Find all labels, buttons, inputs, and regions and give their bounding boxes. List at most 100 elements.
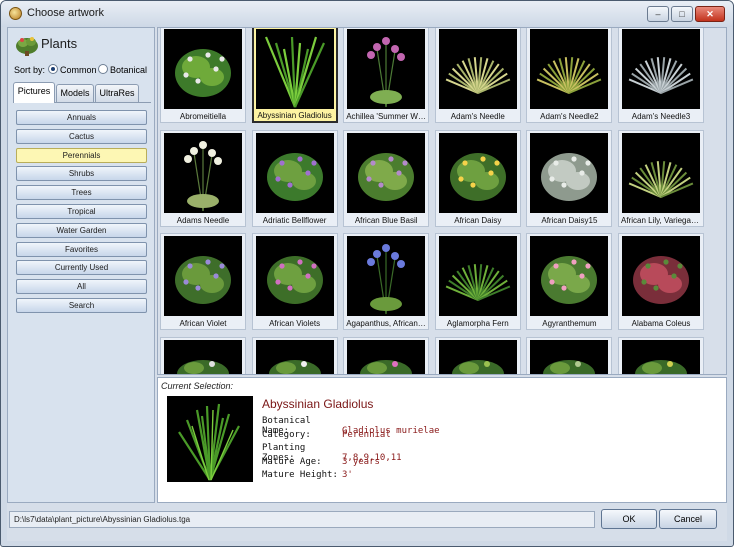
title-bar[interactable]: Choose artwork – □ ✕ (1, 1, 733, 27)
plant-thumbnail (255, 132, 334, 213)
plant-tile-african-daisy[interactable]: African Daisy (434, 129, 521, 227)
plant-tile-achillea-summer-wine[interactable]: Achillea 'Summer Wine' (343, 28, 430, 123)
cancel-button[interactable]: Cancel (659, 509, 717, 529)
category-button-perennials[interactable]: Perennials (16, 147, 147, 163)
plant-thumbnail (347, 236, 426, 316)
selection-field-key: Mature Age: (262, 456, 322, 467)
plant-tile-abromeitiella[interactable]: Abromeitiella (160, 28, 246, 123)
plant-tile-african-blue-basil[interactable]: African Blue Basil (343, 129, 430, 227)
plant-tile-label: Abromeitiella (179, 112, 227, 121)
choose-artwork-window: Choose artwork – □ ✕ Plants Sort by: Com… (0, 0, 734, 547)
plant-tile-label: Agyranthemum (542, 319, 597, 328)
selection-field-row: Mature Height: 3' (262, 470, 353, 480)
plant-tile-partial-22[interactable] (526, 336, 613, 374)
category-button-trees[interactable]: Trees (16, 185, 147, 201)
tab-models[interactable]: Models (56, 84, 94, 102)
category-button-all[interactable]: All (16, 279, 147, 295)
plant-tile-label: Alabama Coleus (631, 319, 691, 328)
sort-common-radio[interactable] (48, 64, 58, 74)
selection-field-value: Perennial (342, 429, 391, 440)
plant-thumbnail (347, 339, 426, 374)
category-button-favorites[interactable]: Favorites (16, 241, 147, 257)
plant-thumbnail (438, 236, 517, 316)
category-button-water-garden[interactable]: Water Garden (16, 222, 147, 238)
selection-field-value: 3 years (342, 456, 380, 467)
plant-tile-partial-21[interactable] (434, 336, 521, 374)
plant-thumbnail (164, 132, 242, 213)
plant-tile-partial-19[interactable] (251, 336, 338, 374)
plant-tile-label: Adam's Needle2 (540, 112, 599, 121)
plant-tile-agapanthus-african[interactable]: Agapanthus, African ... (343, 233, 430, 330)
plant-tile-african-lily-variegate[interactable]: African Lily, Variegate... (618, 129, 704, 227)
plant-tile-agyranthemum[interactable]: Agyranthemum (526, 233, 613, 330)
selection-field-key: Category: (262, 429, 311, 440)
plant-tile-african-violet[interactable]: African Violet (160, 233, 246, 330)
plant-thumbnail (530, 236, 609, 316)
category-title: Plants (41, 36, 78, 51)
plant-grid: Abromeitiella Abyssinian Gladiolus Achille… (157, 27, 727, 375)
dialog-body: Plants Sort by: Common Botanical Picture… (7, 27, 727, 541)
category-button-annuals[interactable]: Annuals (16, 110, 147, 125)
artwork-icon (9, 7, 22, 20)
plant-thumbnail (622, 132, 700, 213)
file-path-field: D:\ls7\data\plant_picture\Abyssinian Gla… (9, 511, 595, 528)
ok-button[interactable]: OK (601, 509, 657, 529)
tab-pictures[interactable]: Pictures (13, 82, 55, 103)
plant-thumbnail (438, 339, 517, 374)
sort-common-label[interactable]: Common (60, 65, 97, 75)
plant-thumbnail (530, 132, 609, 213)
plant-thumbnail (164, 29, 242, 109)
category-panel: Plants Sort by: Common Botanical Picture… (7, 27, 155, 503)
plant-tile-african-violets[interactable]: African Violets (251, 233, 338, 330)
plant-tile-label: African Daisy15 (541, 215, 598, 225)
category-button-shrubs[interactable]: Shrubs (16, 166, 147, 182)
close-button[interactable]: ✕ (695, 6, 725, 22)
plant-thumbnail (255, 29, 334, 109)
selected-plant-image (167, 396, 253, 482)
selection-field-row: Mature Age: 3 years (262, 457, 380, 467)
plant-tile-label: African Violets (269, 319, 321, 328)
plant-icon (16, 37, 38, 56)
plant-tile-african-daisy15[interactable]: African Daisy15 (526, 129, 613, 227)
plant-thumbnail (622, 339, 700, 374)
plant-thumbnail (164, 339, 242, 374)
plant-thumbnail (438, 29, 517, 109)
category-button-tropical[interactable]: Tropical (16, 204, 147, 219)
plant-tile-adam-s-needle2[interactable]: Adam's Needle2 (526, 28, 613, 123)
plant-tile-label: African Blue Basil (354, 215, 418, 225)
category-button-search[interactable]: Search (16, 298, 147, 313)
sort-botanical-radio[interactable] (98, 64, 108, 74)
plant-tile-partial-18[interactable] (160, 336, 246, 374)
plant-tile-aglamorpha-fern[interactable]: Aglamorpha Fern (434, 233, 521, 330)
tab-ultrares[interactable]: UltraRes (95, 84, 139, 102)
category-button-currently-used[interactable]: Currently Used (16, 260, 147, 276)
sort-label: Sort by: (14, 65, 46, 75)
selected-plant-name: Abyssinian Gladiolus (262, 397, 374, 411)
plant-thumbnail (438, 132, 517, 213)
maximize-button[interactable]: □ (671, 6, 693, 22)
plant-tile-label: Aglamorpha Fern (446, 319, 509, 328)
plant-tile-adriatic-bellflower[interactable]: Adriatic Bellflower (251, 129, 338, 227)
plant-tile-alabama-coleus[interactable]: Alabama Coleus (618, 233, 704, 330)
selection-field-value: 3' (342, 470, 353, 480)
plant-thumbnail (530, 339, 609, 374)
plant-tile-adams-needle[interactable]: Adams Needle (160, 129, 246, 227)
window-title: Choose artwork (27, 7, 105, 19)
plant-tile-partial-20[interactable] (343, 336, 430, 374)
category-button-cactus[interactable]: Cactus (16, 128, 147, 144)
current-selection-panel: Current Selection: Abyssinian Gladiolus … (157, 377, 727, 503)
plant-tile-label: Agapanthus, African ... (346, 319, 427, 328)
plant-thumbnail (622, 29, 700, 109)
plant-thumbnail (347, 29, 426, 109)
plant-tile-label: Adam's Needle3 (631, 112, 691, 121)
plant-tile-label: African Daisy (454, 215, 502, 225)
plant-tile-adam-s-needle[interactable]: Adam's Needle (434, 28, 521, 123)
plant-tile-partial-23[interactable] (618, 336, 704, 374)
plant-tile-abyssinian-gladiolus[interactable]: Abyssinian Gladiolus (251, 28, 338, 123)
plant-tile-label: Adriatic Bellflower (262, 215, 327, 225)
sort-botanical-label[interactable]: Botanical (110, 65, 147, 75)
plant-tile-label: Adams Needle (176, 215, 230, 225)
minimize-button[interactable]: – (647, 6, 669, 22)
plant-tile-adam-s-needle3[interactable]: Adam's Needle3 (618, 28, 704, 123)
plant-tile-label: Adam's Needle (450, 112, 505, 121)
